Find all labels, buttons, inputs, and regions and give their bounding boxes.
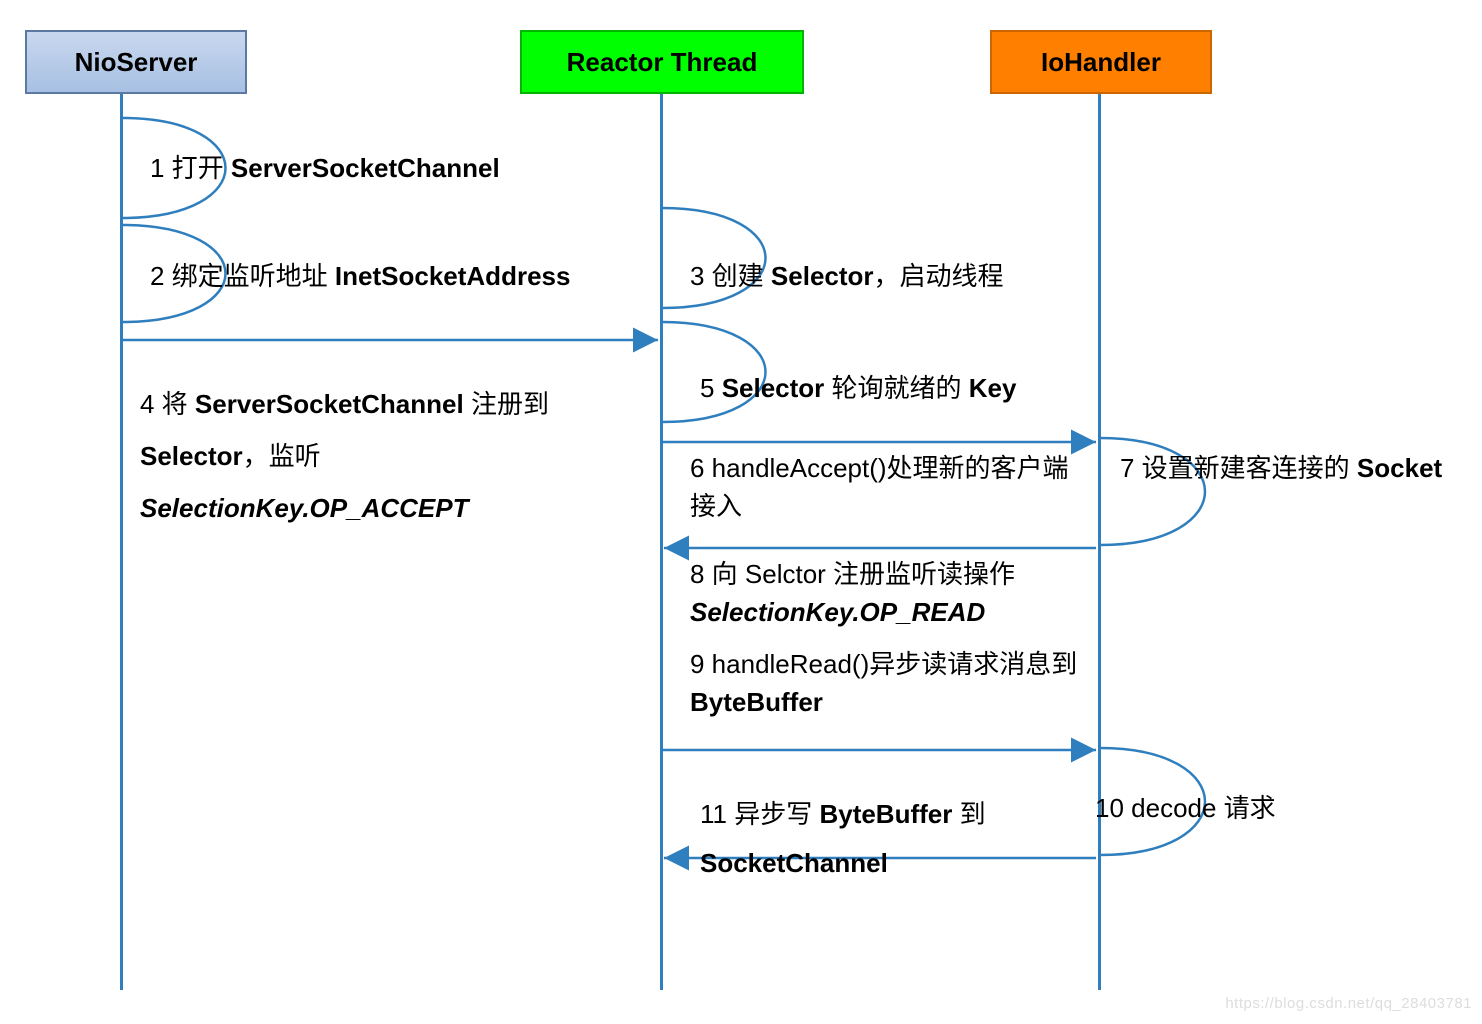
lifeline-iohandler xyxy=(1098,90,1101,990)
sequence-diagram: NioServer Reactor Thread IoHandler xyxy=(0,0,1482,1024)
step-5: 5 Selector 轮询就绪的 Key xyxy=(700,370,1100,408)
lifeline-nioserver xyxy=(120,90,123,990)
step-11: 11 异步写 ByteBuffer 到 SocketChannel xyxy=(700,790,1080,889)
lane-reactor: Reactor Thread xyxy=(520,30,804,94)
step-6: 6 handleAccept()处理新的客户端接入 xyxy=(690,450,1070,525)
lane-nioserver: NioServer xyxy=(25,30,247,94)
watermark: https://blog.csdn.net/qq_28403781 xyxy=(1225,995,1472,1012)
step-2: 2 绑定监听地址 InetSocketAddress xyxy=(150,258,570,296)
lane-iohandler: IoHandler xyxy=(990,30,1212,94)
step-10: 10 decode 请求 xyxy=(1095,790,1482,828)
step-8: 8 向 Selctor 注册监听读操作 SelectionKey.OP_READ xyxy=(690,556,1090,631)
lifeline-reactor xyxy=(660,90,663,990)
step-9: 9 handleRead()异步读请求消息到 ByteBuffer xyxy=(690,646,1090,721)
step-4: 4 将 ServerSocketChannel 注册到 Selector，监听 … xyxy=(140,378,620,534)
step-3: 3 创建 Selector，启动线程 xyxy=(690,258,1090,296)
step-7: 7 设置新建客连接的 Socket xyxy=(1120,450,1480,488)
step-1: 1 打开 ServerSocketChannel xyxy=(150,150,500,188)
